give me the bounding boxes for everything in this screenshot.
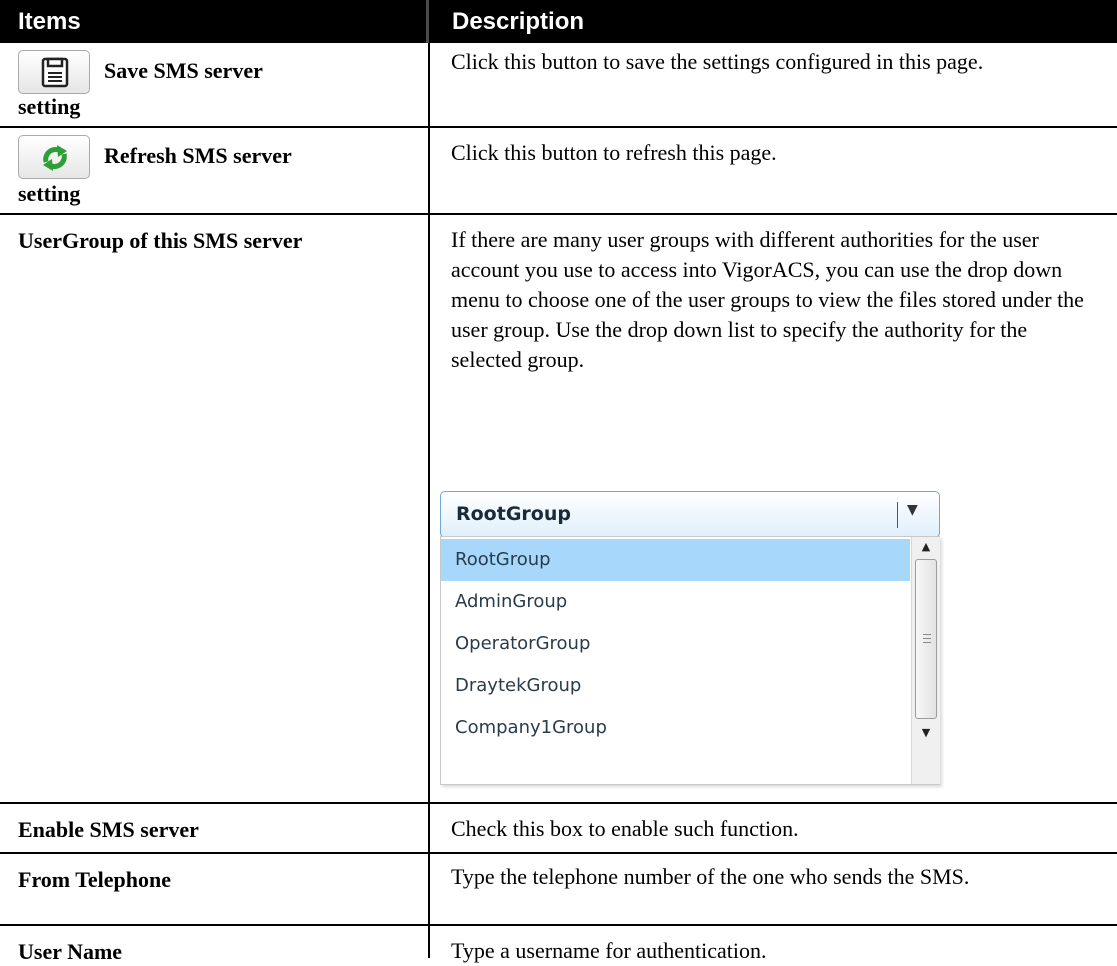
save-icon (41, 57, 69, 88)
row-item-refresh-cont: setting (18, 181, 81, 206)
option-rootgroup[interactable]: RootGroup (441, 539, 910, 581)
row-item-from-telephone: From Telephone (18, 867, 172, 892)
header-description: Description (452, 8, 585, 35)
table-row-refresh: Refresh SMS server setting Click this bu… (0, 128, 1117, 215)
grip-line (923, 638, 931, 639)
options-scrollbar[interactable]: ▲ ▼ (911, 537, 940, 784)
usergroup-selected-value: RootGroup (456, 503, 571, 525)
table-row-user-name: User Name Type a username for authentica… (0, 926, 1117, 966)
refresh-button[interactable] (18, 135, 90, 179)
row-desc-enable: Check this box to enable such function. (451, 816, 799, 841)
table-row-save: Save SMS server setting Click this butto… (0, 43, 1117, 128)
option-draytekgroup[interactable]: DraytekGroup (441, 665, 910, 707)
select-divider (897, 502, 898, 528)
scroll-down-icon[interactable]: ▼ (912, 723, 940, 743)
row-desc-refresh: Click this button to refresh this page. (451, 140, 777, 165)
usergroup-select[interactable]: RootGroup ▼ (440, 491, 940, 538)
table-header: Items Description (0, 0, 1117, 43)
usergroup-options-list: RootGroup AdminGroup OperatorGroup Drayt… (440, 536, 940, 785)
scroll-up-icon[interactable]: ▲ (912, 537, 940, 557)
option-operatorgroup[interactable]: OperatorGroup (441, 623, 910, 665)
row-item-save: Save SMS server (104, 58, 263, 83)
table-row-from-telephone: From Telephone Type the telephone number… (0, 854, 1117, 926)
row-desc-usergroup: If there are many user groups with diffe… (451, 227, 1084, 372)
row-item-usergroup: UserGroup of this SMS server (18, 228, 303, 253)
usergroup-dropdown[interactable]: RootGroup ▼ RootGroup AdminGroup Operato… (440, 491, 940, 785)
row-desc-from-telephone: Type the telephone number of the one who… (451, 864, 970, 889)
chevron-down-icon[interactable]: ▼ (907, 502, 918, 518)
header-items: Items (18, 8, 81, 35)
row-item-save-cont: setting (18, 94, 81, 119)
refresh-icon (43, 145, 67, 171)
grip-line (923, 634, 931, 635)
table-row-enable: Enable SMS server Check this box to enab… (0, 804, 1117, 854)
row-item-user-name: User Name (18, 939, 123, 964)
grip-line (923, 642, 931, 643)
row-item-enable: Enable SMS server (18, 817, 199, 842)
option-admingroup[interactable]: AdminGroup (441, 581, 910, 623)
save-button[interactable] (18, 50, 90, 94)
row-item-refresh: Refresh SMS server (104, 143, 292, 168)
row-desc-user-name: Type a username for authentication. (451, 938, 767, 963)
row-desc-save: Click this button to save the settings c… (451, 49, 984, 74)
option-company1group[interactable]: Company1Group (441, 707, 910, 749)
scroll-thumb[interactable] (915, 559, 937, 719)
header-divider (426, 0, 429, 43)
